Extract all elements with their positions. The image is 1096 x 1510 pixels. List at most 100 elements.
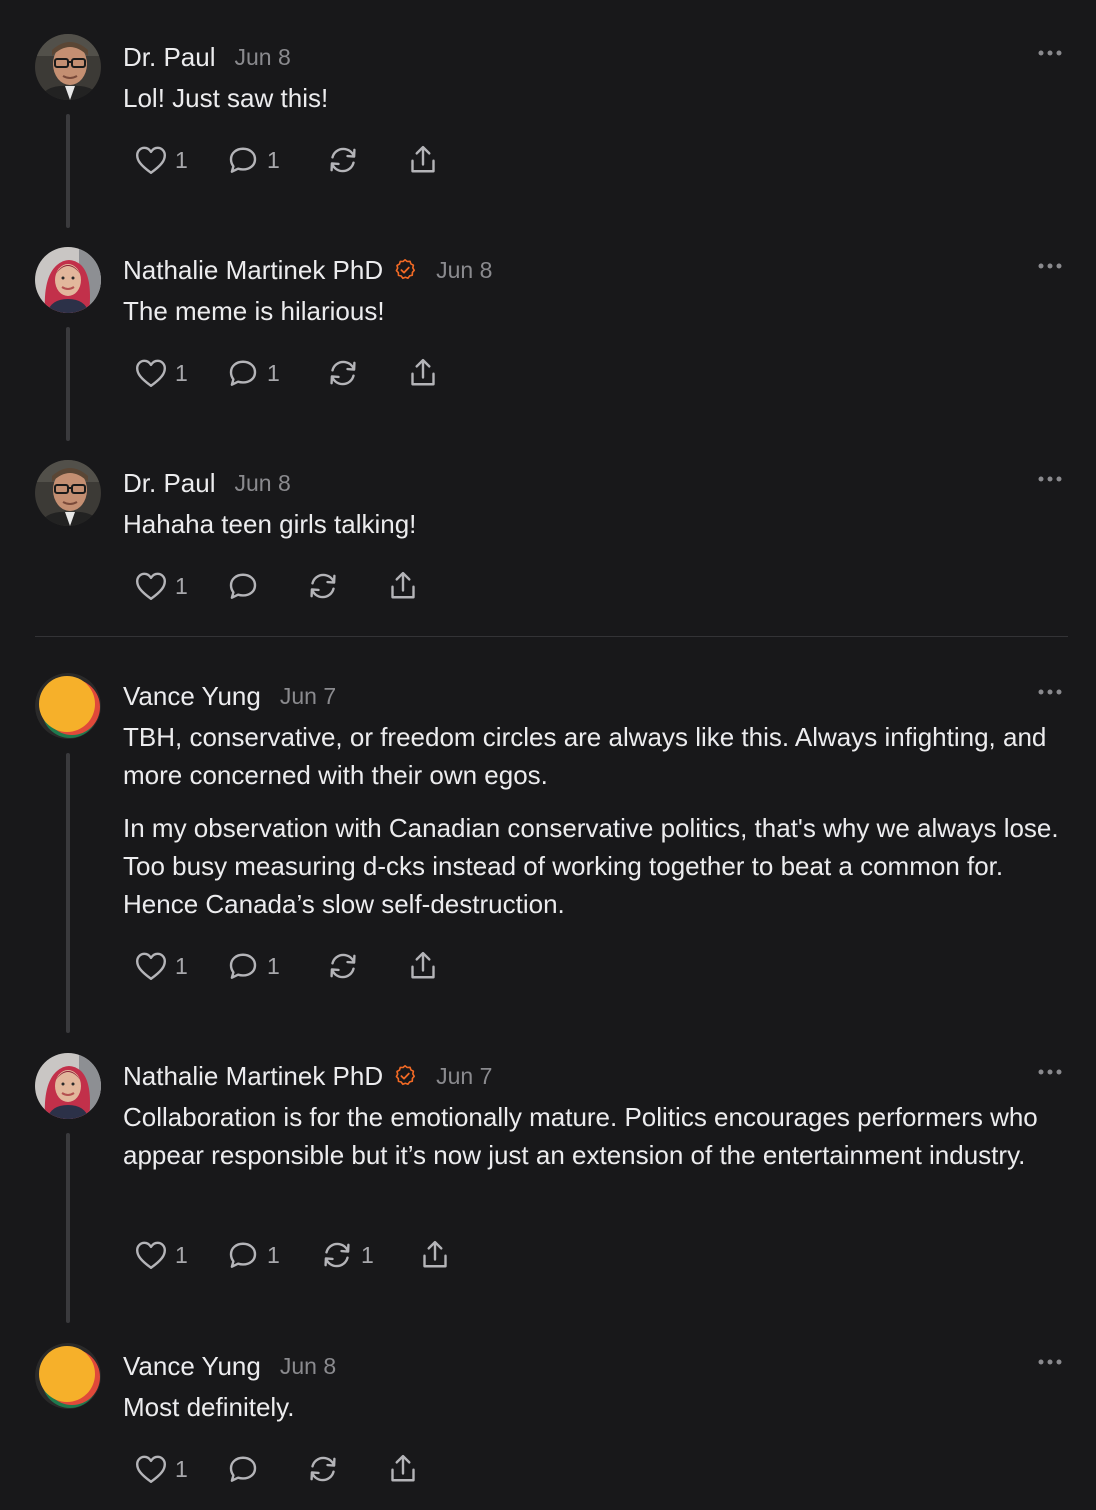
verified-badge-icon xyxy=(395,259,416,280)
action-bar: 1 1 xyxy=(133,140,445,180)
thread-line xyxy=(66,327,70,441)
comment-bubble-icon xyxy=(229,953,257,979)
restack-icon xyxy=(330,953,356,979)
portrait-man-glasses-icon xyxy=(35,34,101,100)
portrait-woman-icon xyxy=(35,247,101,313)
share-button[interactable] xyxy=(405,140,445,180)
avatar[interactable] xyxy=(35,34,101,100)
share-button[interactable] xyxy=(405,946,445,986)
comment-body: TBH, conservative, or freedom circles ar… xyxy=(123,718,1073,938)
like-button[interactable]: 1 xyxy=(133,353,225,393)
author-name[interactable]: Nathalie Martinek PhD xyxy=(123,255,383,286)
more-options-icon[interactable] xyxy=(1036,687,1064,697)
heart-icon xyxy=(136,952,166,980)
thread-line xyxy=(66,753,70,1033)
more-options-icon[interactable] xyxy=(1036,1067,1064,1077)
avatar[interactable] xyxy=(35,673,101,739)
share-upload-icon xyxy=(411,145,435,173)
like-count: 1 xyxy=(175,146,188,173)
restack-button[interactable] xyxy=(325,353,405,393)
comment: Vance Yung Jun 7 TBH, conservative, or f… xyxy=(0,673,1096,1043)
like-button[interactable]: 1 xyxy=(133,140,225,180)
like-button[interactable]: 1 xyxy=(133,566,225,606)
comment-header: Dr. Paul Jun 8 xyxy=(123,465,291,501)
comment-date[interactable]: Jun 8 xyxy=(436,257,492,284)
share-button[interactable] xyxy=(417,1235,457,1275)
comment-button[interactable]: 1 xyxy=(225,946,325,986)
more-options-icon[interactable] xyxy=(1036,1357,1064,1367)
comment-body: The meme is hilarious! xyxy=(123,292,1073,345)
comment-count: 1 xyxy=(267,359,280,386)
comment-date[interactable]: Jun 7 xyxy=(280,683,336,710)
restack-count: 1 xyxy=(361,1241,374,1268)
verified-badge-icon xyxy=(395,1065,416,1086)
comment-date[interactable]: Jun 8 xyxy=(235,44,291,71)
comment-count: 1 xyxy=(267,952,280,979)
share-upload-icon xyxy=(391,571,415,599)
like-count: 1 xyxy=(175,572,188,599)
more-options-icon[interactable] xyxy=(1036,261,1064,271)
comment-header: Dr. Paul Jun 8 xyxy=(123,39,291,75)
more-options-icon[interactable] xyxy=(1036,48,1064,58)
like-button[interactable]: 1 xyxy=(133,1235,225,1275)
comment-text: Most definitely. xyxy=(123,1392,295,1422)
like-count: 1 xyxy=(175,1455,188,1482)
comment-text: In my observation with Canadian conserva… xyxy=(123,813,1059,919)
share-button[interactable] xyxy=(385,1449,425,1489)
avatar[interactable] xyxy=(35,1053,101,1119)
like-count: 1 xyxy=(175,952,188,979)
restack-button[interactable] xyxy=(325,946,405,986)
avatar[interactable] xyxy=(35,247,101,313)
thread-divider xyxy=(35,636,1068,637)
restack-button[interactable] xyxy=(305,1449,385,1489)
comment-header: Vance Yung Jun 7 xyxy=(123,678,336,714)
restack-button[interactable] xyxy=(325,140,405,180)
comment: Nathalie Martinek PhD Jun 8 The meme is … xyxy=(0,247,1096,447)
comment-body: Lol! Just saw this! xyxy=(123,79,1073,132)
avatar[interactable] xyxy=(35,460,101,526)
comment-text: Hahaha teen girls talking! xyxy=(123,509,417,539)
orange-circle-logo-icon xyxy=(35,1343,101,1409)
action-bar: 1 xyxy=(133,566,425,606)
comment-thread: Dr. Paul Jun 8 Lol! Just saw this! 1 1 N… xyxy=(0,0,1096,1510)
restack-button[interactable] xyxy=(305,566,385,606)
comment-bubble-icon xyxy=(229,1242,257,1268)
comment-button[interactable] xyxy=(225,1449,305,1489)
heart-icon xyxy=(136,146,166,174)
author-name[interactable]: Vance Yung xyxy=(123,681,261,712)
comment-button[interactable]: 1 xyxy=(225,353,325,393)
comment-text: Lol! Just saw this! xyxy=(123,83,329,113)
action-bar: 1 1 xyxy=(133,946,445,986)
comment-header: Nathalie Martinek PhD Jun 7 xyxy=(123,1058,492,1094)
comment-button[interactable] xyxy=(225,566,305,606)
comment-date[interactable]: Jun 8 xyxy=(280,1353,336,1380)
author-name[interactable]: Nathalie Martinek PhD xyxy=(123,1061,383,1092)
comment: Vance Yung Jun 8 Most definitely. 1 xyxy=(0,1343,1096,1510)
comment-date[interactable]: Jun 8 xyxy=(235,470,291,497)
comment-header: Nathalie Martinek PhD Jun 8 xyxy=(123,252,492,288)
like-button[interactable]: 1 xyxy=(133,946,225,986)
author-name[interactable]: Dr. Paul xyxy=(123,468,216,499)
comment-bubble-icon xyxy=(229,147,257,173)
author-name[interactable]: Vance Yung xyxy=(123,1351,261,1382)
share-upload-icon xyxy=(391,1454,415,1482)
share-button[interactable] xyxy=(405,353,445,393)
comment-button[interactable]: 1 xyxy=(225,140,325,180)
comment-date[interactable]: Jun 7 xyxy=(436,1063,492,1090)
restack-icon xyxy=(324,1242,350,1268)
share-button[interactable] xyxy=(385,566,425,606)
author-name[interactable]: Dr. Paul xyxy=(123,42,216,73)
action-bar: 1 1 xyxy=(133,353,445,393)
more-options-icon[interactable] xyxy=(1036,474,1064,484)
comment-header: Vance Yung Jun 8 xyxy=(123,1348,336,1384)
comment-bubble-icon xyxy=(229,360,257,386)
comment-button[interactable]: 1 xyxy=(225,1235,319,1275)
restack-icon xyxy=(330,360,356,386)
share-upload-icon xyxy=(423,1240,447,1268)
heart-icon xyxy=(136,572,166,600)
like-button[interactable]: 1 xyxy=(133,1449,225,1489)
restack-icon xyxy=(330,147,356,173)
restack-button[interactable]: 1 xyxy=(319,1235,417,1275)
comment: Nathalie Martinek PhD Jun 7 Collaboratio… xyxy=(0,1053,1096,1333)
avatar[interactable] xyxy=(35,1343,101,1409)
